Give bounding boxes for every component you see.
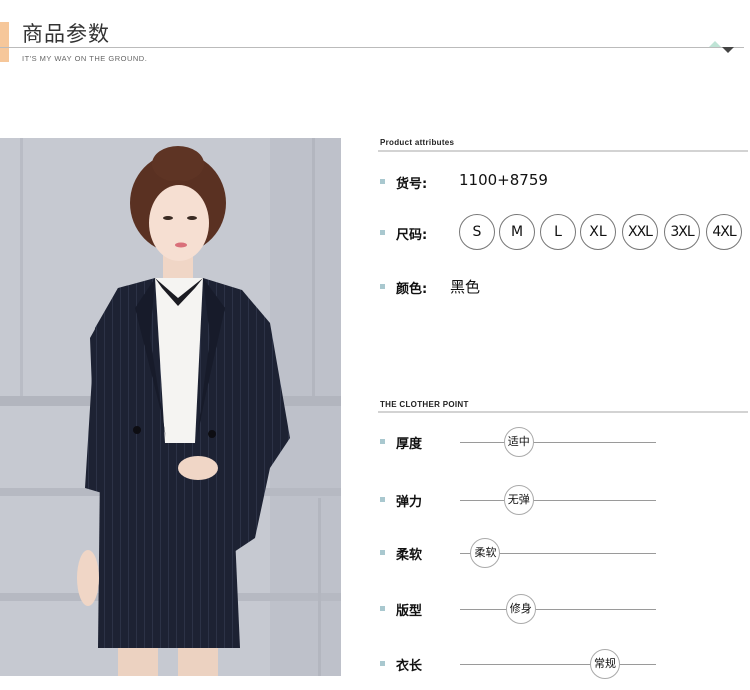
bullet-icon	[380, 550, 385, 555]
model-image	[0, 138, 341, 676]
point-label: 版型	[396, 604, 423, 619]
point-scale-marker: 无弹	[503, 485, 534, 515]
bullet-icon	[380, 230, 385, 235]
point-scale-track	[460, 664, 656, 665]
size-option-4xl[interactable]: 4XL	[706, 214, 742, 250]
bullet-icon	[380, 661, 385, 666]
point-scale-track	[460, 609, 656, 610]
header-accent-bar	[0, 22, 9, 62]
point-scale-marker: 柔软	[470, 538, 501, 568]
size-option-m[interactable]: M	[499, 214, 535, 250]
point-label: 柔软	[396, 548, 423, 563]
chevron-down-icon	[722, 47, 734, 53]
point-scale-marker: 常规	[590, 649, 621, 679]
point-scale-marker: 修身	[505, 594, 536, 624]
color-value: 黑色	[450, 278, 481, 296]
point-scale-track	[460, 500, 656, 501]
bullet-icon	[380, 439, 385, 444]
item-no-label: 货号:	[396, 177, 428, 192]
point-scale-track	[460, 442, 656, 443]
size-option-3xl[interactable]: 3XL	[664, 214, 700, 250]
bullet-icon	[380, 179, 385, 184]
bullet-icon	[380, 497, 385, 502]
item-no-value: 1100+8759	[459, 171, 548, 189]
size-option-s[interactable]: S	[459, 214, 495, 250]
bullet-icon	[380, 284, 385, 289]
bullet-icon	[380, 606, 385, 611]
points-section-title: THE CLOTHER POINT	[380, 400, 469, 409]
product-photo	[0, 138, 341, 676]
page-title: 商品参数	[22, 22, 110, 46]
point-scale-marker: 适中	[503, 427, 534, 457]
page-subtitle: IT'S MY WAY ON THE GROUND.	[22, 54, 148, 63]
size-option-xl[interactable]: XL	[580, 214, 616, 250]
size-label: 尺码:	[396, 228, 428, 243]
header-divider	[0, 47, 744, 48]
color-label: 颜色:	[396, 282, 428, 297]
size-option-l[interactable]: L	[540, 214, 576, 250]
points-divider	[378, 411, 748, 413]
size-option-xxl[interactable]: XXL	[622, 214, 658, 250]
point-label: 弹力	[396, 495, 423, 510]
triangle-up-icon	[709, 41, 721, 47]
attributes-section-title: Product attributes	[380, 138, 455, 147]
point-label: 衣长	[396, 659, 423, 674]
point-label: 厚度	[396, 437, 423, 452]
attributes-divider	[378, 150, 748, 152]
